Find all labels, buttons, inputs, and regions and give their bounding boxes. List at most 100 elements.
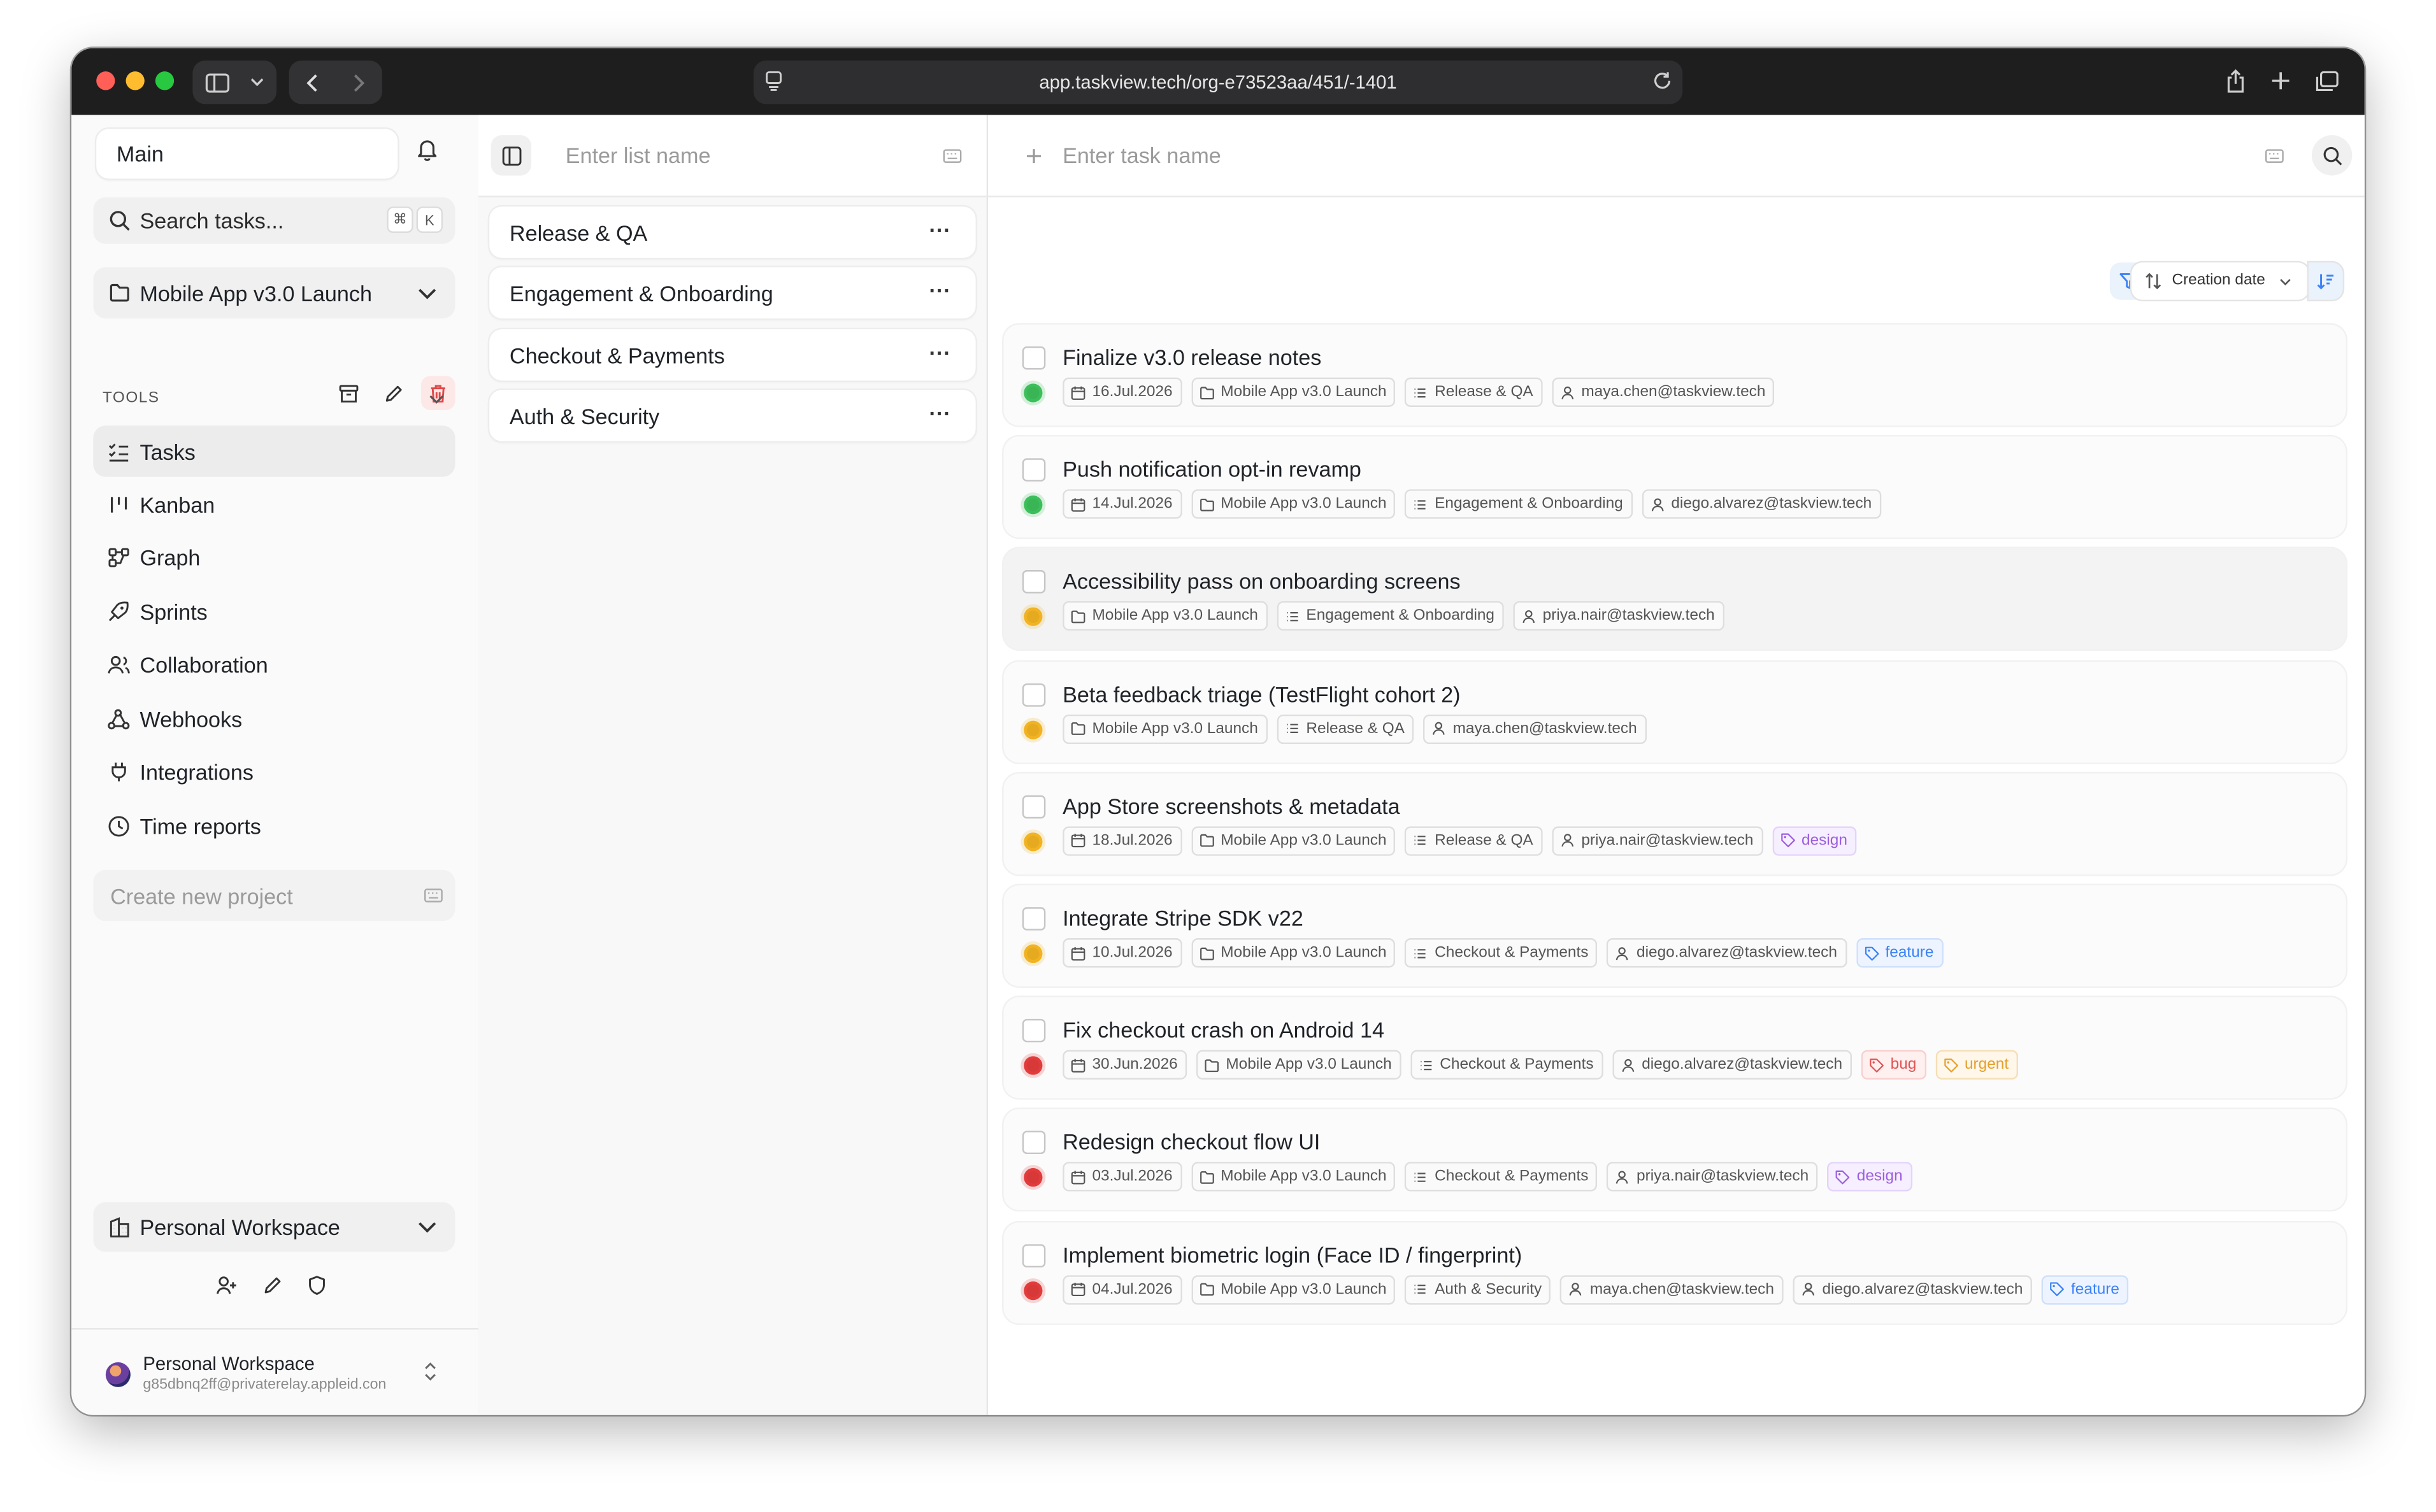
task-title[interactable]: Push notification opt-in revamp — [1063, 457, 1361, 481]
task-row[interactable]: Finalize v3.0 release notes 16.Jul.2026 Mo… — [1003, 324, 2346, 426]
date-chip[interactable]: 16.Jul.2026 — [1063, 377, 1182, 407]
new-tab-icon[interactable] — [2263, 62, 2298, 100]
project-selector[interactable]: Mobile App v3.0 Launch — [93, 267, 455, 318]
more-options-icon[interactable]: ··· — [929, 280, 950, 301]
nav-item-sprints[interactable]: Sprints — [93, 585, 455, 636]
user-chip[interactable]: priya.nair@taskview.tech — [1607, 1162, 1818, 1192]
date-chip[interactable]: 14.Jul.2026 — [1063, 489, 1182, 520]
task-row[interactable]: Implement biometric login (Face ID / fin… — [1003, 1222, 2346, 1323]
task-row[interactable]: Fix checkout crash on Android 14 30.Jun.2… — [1003, 997, 2346, 1099]
task-title[interactable]: Finalize v3.0 release notes — [1063, 345, 1321, 369]
workspace-switcher[interactable]: Personal Workspace — [93, 1202, 455, 1252]
task-row[interactable]: Integrate Stripe SDK v22 10.Jul.2026 Mobil… — [1003, 885, 2346, 987]
user-account-menu[interactable]: Personal Workspace g85dbnq2ff@privaterel… — [105, 1350, 455, 1396]
project-chip[interactable]: Mobile App v3.0 Launch — [1191, 825, 1396, 856]
tag-chip[interactable]: design — [1827, 1162, 1912, 1192]
more-options-icon[interactable]: ··· — [929, 403, 950, 424]
tag-chip[interactable]: feature — [1856, 938, 1944, 968]
list-item[interactable]: Release & QA ··· — [489, 206, 976, 258]
site-settings-icon[interactable] — [764, 70, 783, 96]
tab-overview-icon[interactable] — [2310, 62, 2344, 100]
user-chip[interactable]: diego.alvarez@taskview.tech — [1612, 1050, 1852, 1080]
minimize-window-button[interactable] — [125, 71, 145, 90]
project-chip[interactable]: Mobile App v3.0 Launch — [1191, 489, 1396, 520]
shield-icon[interactable] — [300, 1267, 334, 1302]
sidebar-toggle-group[interactable] — [192, 61, 277, 104]
list-chip[interactable]: Release & QA — [1277, 713, 1414, 744]
project-chip[interactable]: Mobile App v3.0 Launch — [1063, 601, 1268, 632]
task-checkbox[interactable] — [1022, 683, 1046, 706]
task-title[interactable]: Integrate Stripe SDK v22 — [1063, 906, 1303, 931]
date-chip[interactable]: 30.Jun.2026 — [1063, 1050, 1187, 1080]
bell-icon[interactable] — [417, 137, 438, 169]
task-checkbox[interactable] — [1022, 570, 1046, 594]
tag-chip[interactable]: design — [1772, 825, 1857, 856]
search-tasks[interactable]: Search tasks... ⌘ K — [93, 197, 455, 244]
nav-item-webhooks[interactable]: Webhooks — [93, 693, 455, 744]
task-title[interactable]: App Store screenshots & metadata — [1063, 794, 1400, 818]
panel-toggle-icon[interactable] — [491, 135, 532, 176]
task-checkbox[interactable] — [1022, 458, 1046, 482]
date-chip[interactable]: 04.Jul.2026 — [1063, 1274, 1182, 1304]
edit-icon[interactable] — [255, 1267, 289, 1302]
user-chip[interactable]: maya.chen@taskview.tech — [1560, 1274, 1784, 1304]
search-icon[interactable] — [2311, 135, 2353, 176]
task-checkbox[interactable] — [1022, 346, 1046, 370]
project-chip[interactable]: Mobile App v3.0 Launch — [1191, 377, 1396, 407]
task-title[interactable]: Redesign checkout flow UI — [1063, 1130, 1320, 1155]
list-chip[interactable]: Engagement & Onboarding — [1405, 489, 1633, 520]
task-checkbox[interactable] — [1022, 1243, 1046, 1267]
list-item[interactable]: Engagement & Onboarding ··· — [489, 267, 976, 318]
list-chip[interactable]: Release & QA — [1405, 377, 1543, 407]
nav-item-graph[interactable]: Graph — [93, 531, 455, 582]
date-chip[interactable]: 18.Jul.2026 — [1063, 825, 1182, 856]
nav-item-tasks[interactable]: Tasks — [93, 425, 455, 477]
chevron-down-icon[interactable] — [242, 61, 270, 104]
project-chip[interactable]: Mobile App v3.0 Launch — [1191, 1162, 1396, 1192]
more-options-icon[interactable]: ··· — [929, 342, 950, 364]
nav-item-kanban[interactable]: Kanban — [93, 478, 455, 529]
close-window-button[interactable] — [96, 71, 115, 90]
new-list-input[interactable]: Enter list name — [566, 143, 711, 168]
tag-chip[interactable]: urgent — [1935, 1050, 2018, 1080]
nav-item-time-reports[interactable]: Time reports — [93, 800, 455, 851]
user-chip[interactable]: maya.chen@taskview.tech — [1423, 713, 1647, 744]
new-task-input[interactable]: Enter task name — [1063, 143, 1221, 168]
address-bar[interactable]: app.taskview.tech/org-e73523aa/451/-1401 — [753, 61, 1683, 104]
project-chip[interactable]: Mobile App v3.0 Launch — [1191, 1274, 1396, 1304]
create-project-input[interactable]: Create new project — [93, 869, 455, 922]
nav-item-integrations[interactable]: Integrations — [93, 746, 455, 797]
list-chip[interactable]: Checkout & Payments — [1405, 938, 1598, 968]
task-row[interactable]: Beta feedback triage (TestFlight cohort … — [1003, 660, 2346, 762]
workspace-selector[interactable]: Main — [96, 129, 398, 179]
browser-sidebar-icon[interactable] — [192, 61, 242, 104]
user-chip[interactable]: priya.nair@taskview.tech — [1513, 601, 1724, 632]
archive-icon[interactable] — [331, 376, 365, 410]
task-title[interactable]: Implement biometric login (Face ID / fin… — [1063, 1242, 1522, 1267]
task-row[interactable]: Accessibility pass on onboarding screens… — [1003, 548, 2346, 650]
forward-arrow-icon[interactable] — [336, 61, 382, 104]
more-options-icon[interactable]: ··· — [929, 219, 950, 241]
share-icon[interactable] — [2219, 62, 2253, 100]
tag-chip[interactable]: feature — [2041, 1274, 2129, 1304]
sort-field-select[interactable]: Creation date — [2132, 262, 2309, 300]
task-checkbox[interactable] — [1022, 1019, 1046, 1043]
user-chip[interactable]: priya.nair@taskview.tech — [1551, 825, 1763, 856]
user-chip[interactable]: diego.alvarez@taskview.tech — [1642, 489, 1881, 520]
list-item[interactable]: Checkout & Payments ··· — [489, 329, 976, 381]
project-chip[interactable]: Mobile App v3.0 Launch — [1196, 1050, 1401, 1080]
user-chip[interactable]: diego.alvarez@taskview.tech — [1607, 938, 1847, 968]
add-member-icon[interactable] — [210, 1267, 244, 1302]
task-checkbox[interactable] — [1022, 1131, 1046, 1155]
list-chip[interactable]: Auth & Security — [1405, 1274, 1551, 1304]
task-row[interactable]: Push notification opt-in revamp 14.Jul.20… — [1003, 436, 2346, 538]
back-arrow-icon[interactable] — [289, 61, 336, 104]
date-chip[interactable]: 03.Jul.2026 — [1063, 1162, 1182, 1192]
task-title[interactable]: Beta feedback triage (TestFlight cohort … — [1063, 681, 1460, 706]
tag-chip[interactable]: bug — [1861, 1050, 1926, 1080]
project-chip[interactable]: Mobile App v3.0 Launch — [1063, 713, 1268, 744]
user-chip[interactable]: maya.chen@taskview.tech — [1551, 377, 1775, 407]
reload-icon[interactable] — [1651, 70, 1673, 96]
list-chip[interactable]: Engagement & Onboarding — [1277, 601, 1504, 632]
list-chip[interactable]: Checkout & Payments — [1410, 1050, 1603, 1080]
